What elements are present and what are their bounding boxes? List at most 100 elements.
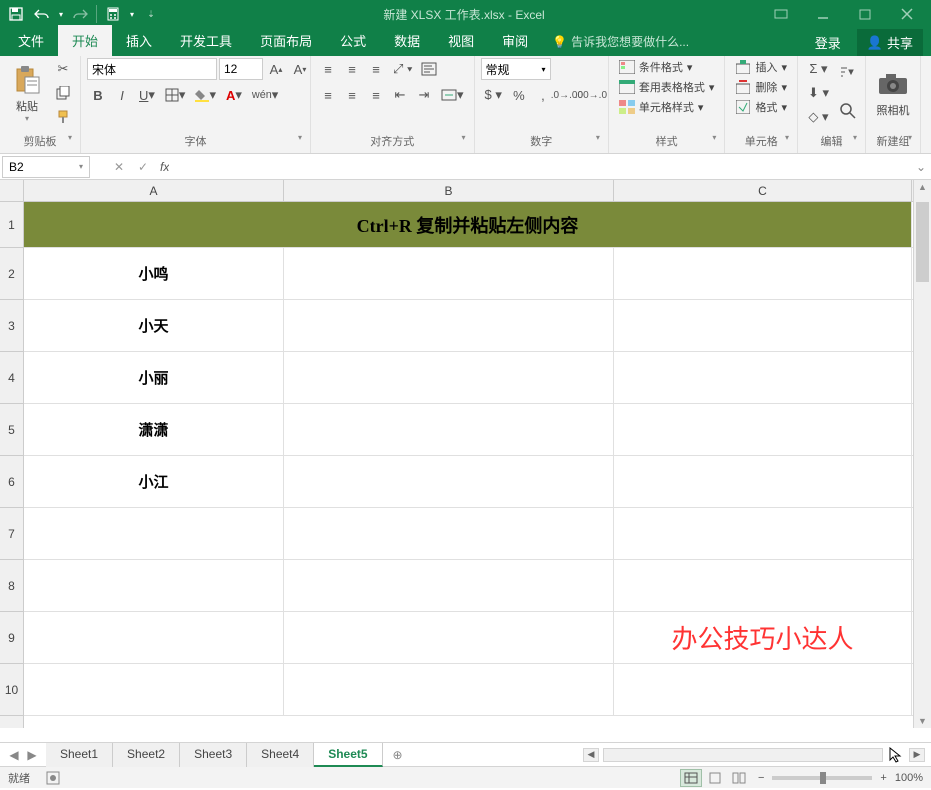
orientation-button[interactable]: ⤢ ▾ (389, 58, 416, 80)
cell-c10[interactable] (614, 664, 912, 715)
currency-button[interactable]: $ ▾ (481, 84, 506, 106)
tab-review[interactable]: 审阅 (488, 25, 542, 56)
cut-button[interactable]: ✂ (52, 58, 74, 80)
ribbon-display-button[interactable] (761, 2, 801, 26)
align-bottom-button[interactable]: ≡ (365, 58, 387, 80)
row-header-9[interactable]: 9 (0, 612, 23, 664)
cell-c6[interactable] (614, 456, 912, 507)
tab-insert[interactable]: 插入 (112, 25, 166, 56)
fill-color-button[interactable]: ▾ (191, 84, 220, 106)
align-right-button[interactable]: ≡ (365, 84, 387, 106)
underline-button[interactable]: U ▾ (135, 84, 159, 106)
fx-icon[interactable]: fx (160, 160, 169, 174)
hscroll-track[interactable] (603, 748, 883, 762)
tab-home[interactable]: 开始 (58, 25, 112, 56)
tab-layout[interactable]: 页面布局 (246, 25, 326, 56)
cell-b3[interactable] (284, 300, 614, 351)
decrease-decimal-button[interactable]: .00→.0 (580, 84, 602, 106)
expand-formula-bar[interactable]: ⌄ (911, 160, 931, 174)
redo-button[interactable] (68, 2, 92, 26)
copy-button[interactable] (52, 82, 74, 104)
row-header-10[interactable]: 10 (0, 664, 23, 716)
clear-button[interactable]: ◇ ▾ (804, 106, 833, 128)
vertical-scrollbar[interactable]: ▲ ▼ (913, 180, 931, 728)
cell-a6[interactable]: 小江 (24, 456, 284, 507)
insert-cells-button[interactable]: 插入 ▾ (731, 58, 791, 76)
zoom-out-button[interactable]: − (758, 772, 764, 784)
cell-c7[interactable] (614, 508, 912, 559)
bold-button[interactable]: B (87, 84, 109, 106)
cell-b2[interactable] (284, 248, 614, 299)
cell-b4[interactable] (284, 352, 614, 403)
zoom-in-button[interactable]: + (880, 772, 886, 784)
cell-a4[interactable]: 小丽 (24, 352, 284, 403)
format-painter-button[interactable] (52, 106, 74, 128)
cell-b6[interactable] (284, 456, 614, 507)
cell-b5[interactable] (284, 404, 614, 455)
col-header-a[interactable]: A (24, 180, 284, 201)
row-header-4[interactable]: 4 (0, 352, 23, 404)
fill-button[interactable]: ⬇ ▾ (804, 82, 833, 104)
hscroll-right[interactable]: ▶ (909, 748, 925, 762)
row-header-2[interactable]: 2 (0, 248, 23, 300)
cell-a3[interactable]: 小天 (24, 300, 284, 351)
new-sheet-button[interactable]: ⊕ (383, 748, 413, 762)
normal-view-button[interactable] (680, 769, 702, 787)
row-header-8[interactable]: 8 (0, 560, 23, 612)
cell-a2[interactable]: 小鸣 (24, 248, 284, 299)
cell-a8[interactable] (24, 560, 284, 611)
cell-b9[interactable] (284, 612, 614, 663)
zoom-thumb[interactable] (820, 772, 826, 784)
page-break-view-button[interactable] (728, 769, 750, 787)
page-layout-view-button[interactable] (704, 769, 726, 787)
macro-record-icon[interactable] (46, 771, 60, 785)
merge-button[interactable]: ▾ (437, 84, 468, 106)
row-header-7[interactable]: 7 (0, 508, 23, 560)
share-button[interactable]: 👤 共享 (857, 29, 923, 56)
paste-button[interactable]: 粘贴 ▾ (6, 58, 48, 128)
sheet-nav-next[interactable]: ▶ (24, 748, 40, 762)
italic-button[interactable]: I (111, 84, 133, 106)
row-header-3[interactable]: 3 (0, 300, 23, 352)
align-left-button[interactable]: ≡ (317, 84, 339, 106)
qat-customize[interactable]: ▾ (127, 2, 137, 26)
col-header-b[interactable]: B (284, 180, 614, 201)
cell-a5[interactable]: 潇潇 (24, 404, 284, 455)
select-all-corner[interactable] (0, 180, 24, 202)
camera-button[interactable]: 照相机 (872, 58, 914, 128)
phonetic-button[interactable]: wén ▾ (248, 84, 282, 106)
row-header-6[interactable]: 6 (0, 456, 23, 508)
tab-data[interactable]: 数据 (380, 25, 434, 56)
wrap-text-button[interactable] (418, 58, 440, 80)
row-header-5[interactable]: 5 (0, 404, 23, 456)
login-button[interactable]: 登录 (807, 29, 849, 56)
sheet-tab-2[interactable]: Sheet2 (113, 743, 180, 767)
cell-a7[interactable] (24, 508, 284, 559)
cell-c4[interactable] (614, 352, 912, 403)
sheet-tab-1[interactable]: Sheet1 (46, 743, 113, 767)
format-table-button[interactable]: 套用表格格式 ▾ (615, 78, 719, 96)
align-top-button[interactable]: ≡ (317, 58, 339, 80)
align-center-button[interactable]: ≡ (341, 84, 363, 106)
cell-a9[interactable] (24, 612, 284, 663)
cell-b7[interactable] (284, 508, 614, 559)
font-color-button[interactable]: A ▾ (222, 84, 246, 106)
cell-c8[interactable] (614, 560, 912, 611)
zoom-level[interactable]: 100% (895, 772, 923, 784)
tab-formulas[interactable]: 公式 (326, 25, 380, 56)
sheet-nav-prev[interactable]: ◀ (6, 748, 22, 762)
sheet-tab-5[interactable]: Sheet5 (314, 743, 382, 767)
tab-dev[interactable]: 开发工具 (166, 25, 246, 56)
close-button[interactable] (887, 2, 927, 26)
font-size-select[interactable] (219, 58, 263, 80)
cell-styles-button[interactable]: 单元格样式 ▾ (615, 98, 719, 116)
save-button[interactable] (4, 2, 28, 26)
undo-button[interactable] (30, 2, 54, 26)
minimize-button[interactable] (803, 2, 843, 26)
tell-me[interactable]: 💡 告诉我您想要做什么... (542, 27, 699, 56)
maximize-button[interactable] (845, 2, 885, 26)
percent-button[interactable]: % (508, 84, 530, 106)
cell-c9-watermark[interactable]: 办公技巧小达人 (614, 612, 912, 663)
qat-more[interactable]: ⇣ (139, 2, 163, 26)
cells-container[interactable]: Ctrl+R 复制并粘贴左侧内容 小鸣 小天 小丽 潇潇 小江 (24, 202, 913, 728)
